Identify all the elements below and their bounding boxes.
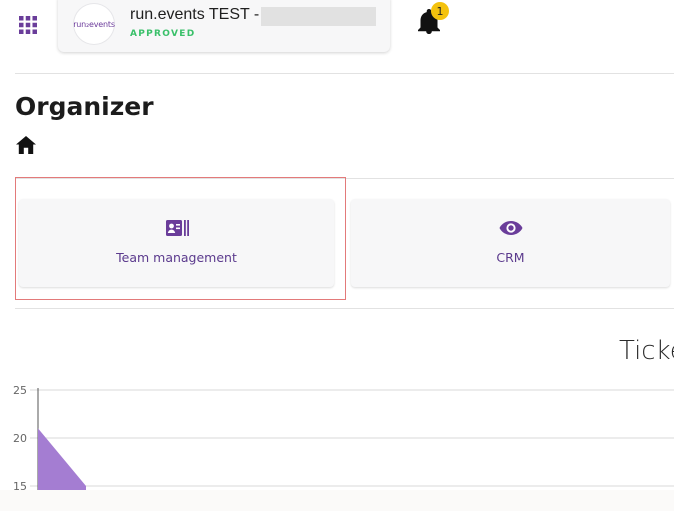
redacted-organization-name <box>261 7 376 26</box>
notification-count-badge: 1 <box>431 2 449 20</box>
crm-label: CRM <box>496 250 525 265</box>
eye-icon <box>499 221 522 235</box>
crm-tile[interactable]: CRM <box>351 199 670 287</box>
organizer-page: run₂events run.events TEST - APPROVED 1 … <box>0 0 674 511</box>
tiles-divider <box>15 308 674 309</box>
home-icon[interactable] <box>16 136 36 154</box>
organization-status: APPROVED <box>130 29 196 39</box>
selection-highlight <box>15 177 346 300</box>
chart-y-tick-label: 20 <box>13 432 27 445</box>
organization-name: run.events TEST - <box>130 6 260 23</box>
header-divider <box>15 73 674 74</box>
chart-y-tick-label: 25 <box>13 384 27 397</box>
apps-grid-icon[interactable] <box>19 16 37 34</box>
bottom-fade <box>0 490 674 511</box>
organization-logo: run₂events <box>73 4 115 44</box>
page-title: Organizer <box>15 92 154 121</box>
chart-title: Ticke <box>619 336 674 366</box>
organization-switcher[interactable]: run₂events run.events TEST - APPROVED <box>58 0 390 52</box>
